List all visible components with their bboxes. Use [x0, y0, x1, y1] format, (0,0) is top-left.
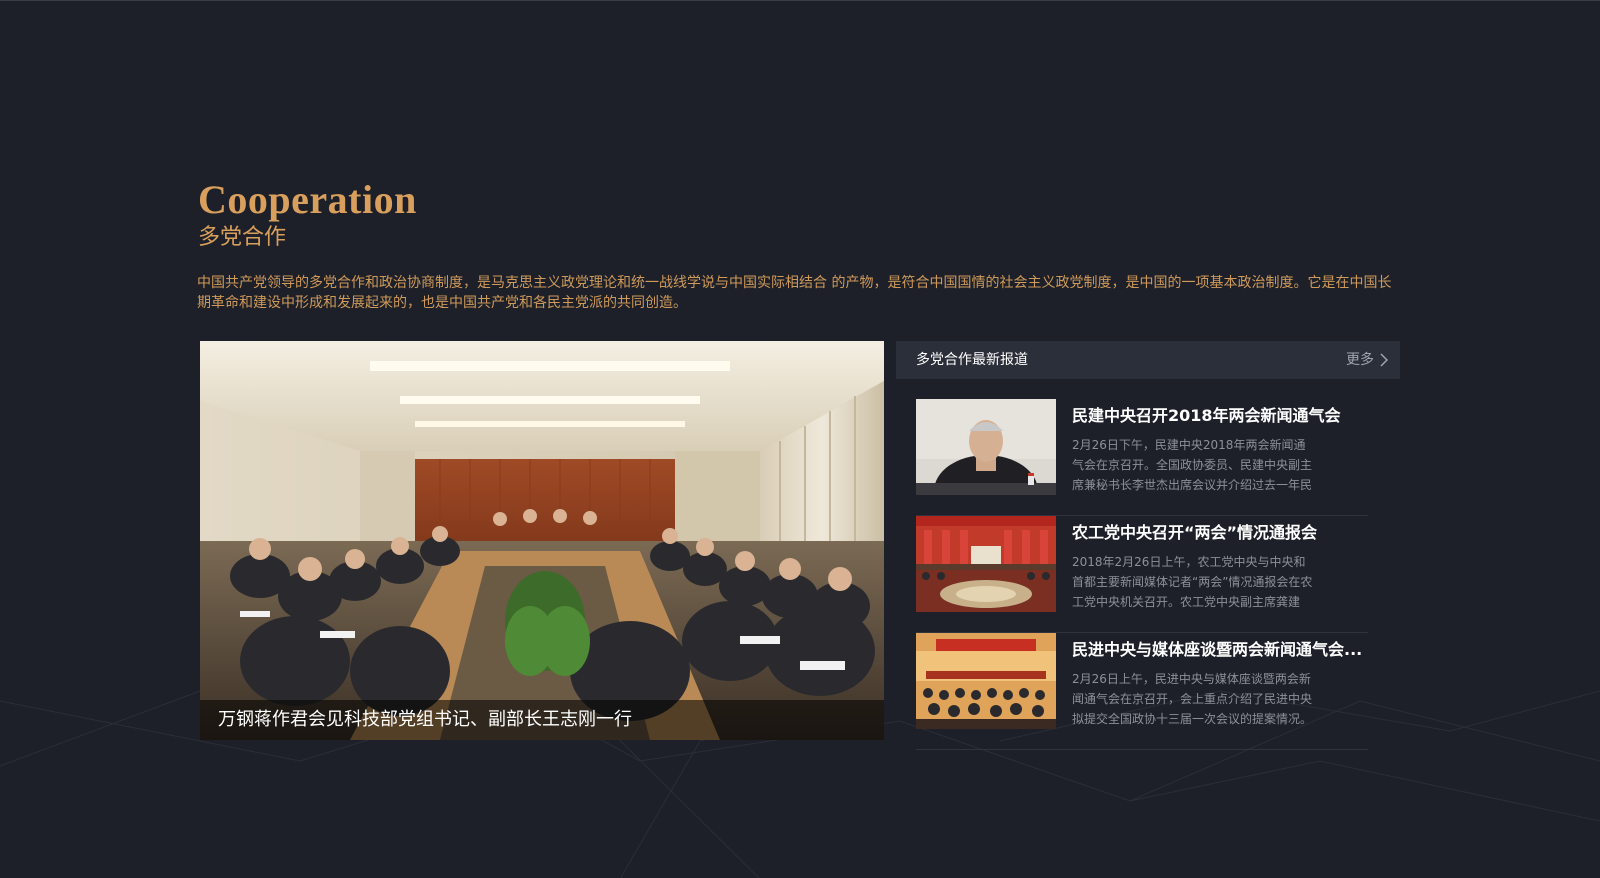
- section-title-cn: 多党合作: [198, 225, 287, 250]
- section-intro: 中国共产党领导的多党合作和政治协商制度，是马克思主义政党理论和统一战线学说与中国…: [197, 275, 1392, 311]
- news-photo: [916, 399, 1056, 495]
- news-header: 多党合作最新报道 更多: [896, 341, 1400, 379]
- news-photo: [916, 516, 1056, 612]
- section-title-en: Cooperation: [198, 177, 417, 222]
- news-thumbnail[interactable]: [916, 399, 1056, 495]
- news-item-title[interactable]: 民进中央与媒体座谈暨两会新闻通气会...: [1072, 639, 1368, 661]
- news-photo: [916, 633, 1056, 729]
- news-thumbnail[interactable]: [916, 633, 1056, 729]
- news-item-desc: 2月26日上午，民进中央与媒体座谈暨两会新闻通气会在京召开，会上重点介绍了民进中…: [1072, 672, 1313, 726]
- featured-news[interactable]: 万钢蒋作君会见科技部党组书记、副部长王志刚一行: [200, 341, 884, 740]
- news-item[interactable]: 民进中央与媒体座谈暨两会新闻通气会... 2月26日上午，民进中央与媒体座谈暨两…: [916, 633, 1368, 750]
- featured-caption[interactable]: 万钢蒋作君会见科技部党组书记、副部长王志刚一行: [200, 700, 884, 740]
- news-item[interactable]: 农工党中央召开“两会”情况通报会 2018年2月26日上午，农工党中央与中央和首…: [916, 516, 1368, 633]
- featured-photo: [200, 341, 884, 740]
- news-header-title: 多党合作最新报道: [916, 352, 1028, 368]
- news-panel: 多党合作最新报道 更多 民建中央召开2018年两会新闻通气会 2月26日下午，民…: [896, 341, 1400, 750]
- news-item-desc: 2018年2月26日上午，农工党中央与中央和首都主要新闻媒体记者“两会”情况通报…: [1072, 555, 1313, 609]
- more-label: 更多: [1346, 352, 1374, 368]
- cooperation-section: Cooperation 多党合作 中国共产党领导的多党合作和政治协商制度，是马克…: [0, 0, 1600, 878]
- news-item-desc: 2月26日下午，民建中央2018年两会新闻通气会在京召开。全国政协委员、民建中央…: [1072, 438, 1313, 492]
- chevron-right-icon: [1380, 353, 1388, 367]
- news-item-title[interactable]: 农工党中央召开“两会”情况通报会: [1072, 522, 1368, 544]
- more-link[interactable]: 更多: [1346, 341, 1388, 379]
- news-item-title[interactable]: 民建中央召开2018年两会新闻通气会: [1072, 405, 1368, 427]
- news-item[interactable]: 民建中央召开2018年两会新闻通气会 2月26日下午，民建中央2018年两会新闻…: [916, 399, 1368, 516]
- news-thumbnail[interactable]: [916, 516, 1056, 612]
